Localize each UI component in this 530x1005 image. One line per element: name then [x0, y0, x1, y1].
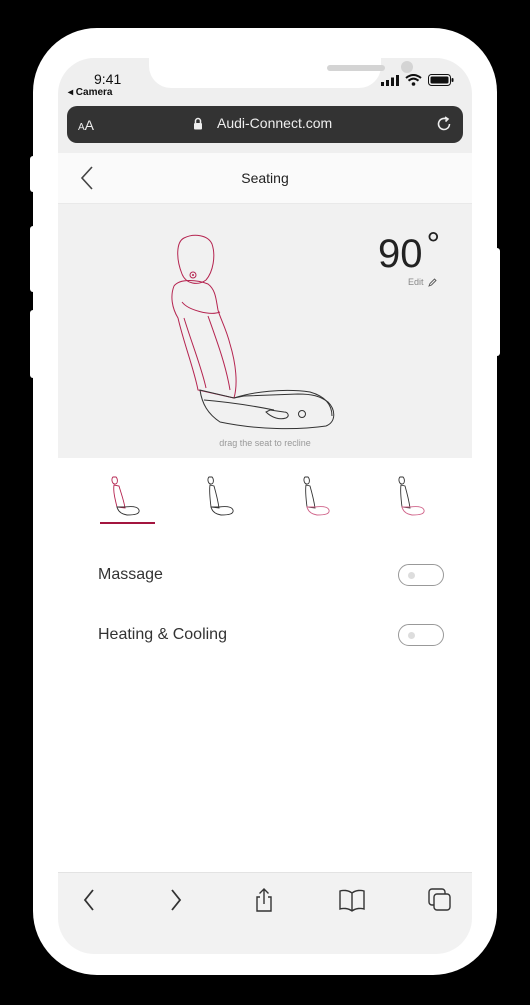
- preset-seat-2-icon[interactable]: [195, 473, 249, 527]
- status-time: 9:41: [94, 71, 122, 87]
- page-title: Seating: [241, 170, 289, 186]
- massage-setting-row: Massage: [98, 561, 444, 591]
- preset-seat-3-icon[interactable]: [290, 473, 344, 527]
- cellular-signal-icon: [381, 74, 399, 86]
- massage-label: Massage: [98, 566, 163, 583]
- edit-label: Edit: [408, 277, 424, 287]
- volume-down-button: [30, 310, 36, 378]
- heating-cooling-label: Heating & Cooling: [98, 626, 227, 643]
- seat-knob: [298, 410, 306, 418]
- battery-icon: [428, 74, 454, 86]
- top-chrome: 9:41 ◂ Camera AA Audi-Connect.com: [58, 58, 472, 153]
- seat-presets: [58, 473, 472, 529]
- chevron-right-icon[interactable]: [161, 887, 191, 913]
- power-button: [494, 248, 500, 356]
- preset-seat-4-icon[interactable]: [385, 473, 439, 527]
- speaker: [327, 65, 385, 71]
- chevron-left-icon[interactable]: [74, 887, 104, 913]
- seat-recline-area[interactable]: 90 ° Edit drag the seat to recline: [58, 204, 472, 458]
- nav-header: Seating: [58, 153, 472, 204]
- selected-preset-indicator: [100, 522, 155, 524]
- massage-toggle-knob: [408, 572, 415, 579]
- reload-icon[interactable]: [435, 115, 453, 133]
- drag-hint: drag the seat to recline: [219, 438, 311, 448]
- pencil-icon: [427, 277, 437, 287]
- seat-cushion: [199, 389, 335, 430]
- mute-switch: [30, 156, 36, 192]
- status-icons: [381, 74, 454, 86]
- massage-toggle[interactable]: [398, 564, 444, 586]
- text-size-button[interactable]: AA: [78, 117, 94, 133]
- screen: 9:41 ◂ Camera AA Audi-Connect.com Seatin…: [58, 58, 472, 954]
- back-to-app-link[interactable]: ◂ Camera: [68, 87, 113, 98]
- bookmarks-icon[interactable]: [337, 887, 367, 913]
- heating-cooling-toggle-knob: [408, 632, 415, 639]
- notch: [149, 58, 413, 88]
- browser-toolbar: [58, 872, 472, 954]
- url-text: Audi-Connect.com: [217, 115, 333, 131]
- angle-readout: 90 °: [378, 226, 441, 276]
- volume-up-button: [30, 226, 36, 292]
- lock-icon: [194, 117, 202, 130]
- heating-cooling-setting-row: Heating & Cooling: [98, 621, 444, 651]
- preset-seat-1-icon[interactable]: [101, 473, 155, 527]
- heating-cooling-toggle[interactable]: [398, 624, 444, 646]
- share-icon[interactable]: [249, 887, 279, 913]
- front-camera: [401, 61, 413, 73]
- tabs-icon[interactable]: [425, 887, 455, 913]
- address-bar[interactable]: AA Audi-Connect.com: [67, 106, 463, 143]
- seat-lever: [265, 409, 289, 420]
- edit-angle-button[interactable]: Edit: [408, 277, 437, 287]
- wifi-icon: [405, 74, 422, 86]
